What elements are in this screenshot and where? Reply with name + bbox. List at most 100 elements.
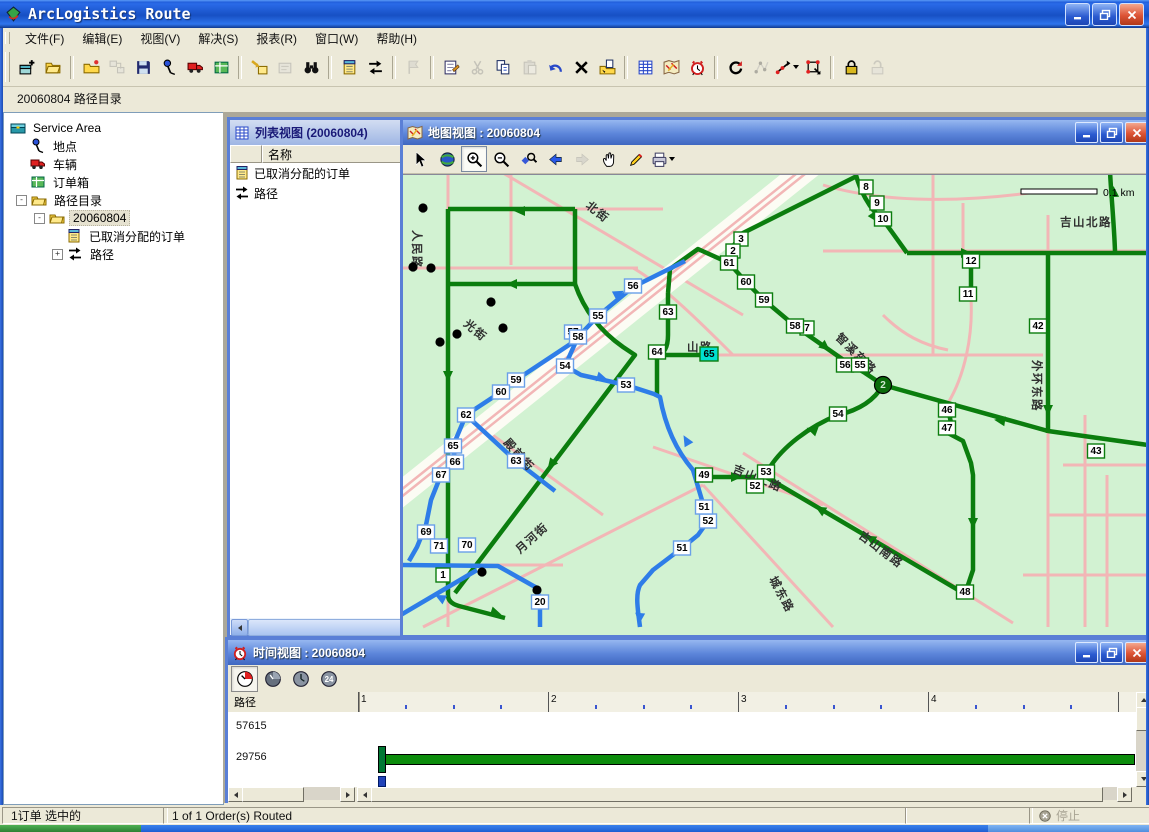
map-stop[interactable]: 51	[674, 541, 691, 555]
map-stop[interactable]: 51	[696, 500, 713, 514]
zoom-out-button[interactable]	[488, 146, 514, 172]
menu-item-4[interactable]: 报表(R)	[247, 28, 306, 49]
map-stop[interactable]: 60	[493, 385, 510, 399]
map-stop[interactable]: 20	[532, 595, 549, 609]
map-stop[interactable]: 64	[649, 345, 666, 359]
zoom-in-button[interactable]	[461, 146, 487, 172]
os-system-tray[interactable]	[988, 825, 1149, 832]
clock-half-button[interactable]	[259, 666, 286, 692]
pointer-button[interactable]	[407, 146, 433, 172]
open-folder-button[interactable]	[40, 54, 66, 80]
map-stop[interactable]: 71	[431, 539, 448, 553]
route-gantt-bar[interactable]	[381, 754, 1135, 765]
route-stops-button[interactable]	[774, 54, 800, 80]
menu-item-5[interactable]: 窗口(W)	[306, 28, 367, 49]
order-box-button[interactable]	[208, 54, 234, 80]
undo-button[interactable]	[542, 54, 568, 80]
clock-plain-button[interactable]	[287, 666, 314, 692]
import-orders-button[interactable]	[246, 54, 272, 80]
clock-quarter-button[interactable]	[231, 666, 258, 692]
time-column-header[interactable]: 路径	[228, 692, 360, 712]
menu-item-3[interactable]: 解决(S)	[189, 28, 247, 49]
map-view-button[interactable]	[658, 54, 684, 80]
tree-item-[interactable]: 订单箱	[4, 173, 223, 191]
tree-item-ServiceArea[interactable]: Service Area	[4, 119, 223, 137]
collapse-icon[interactable]: -	[16, 195, 27, 206]
menu-item-6[interactable]: 帮助(H)	[367, 28, 426, 49]
properties-button[interactable]	[438, 54, 464, 80]
map-stop[interactable]: 10	[875, 212, 892, 226]
new-archive-button[interactable]	[14, 54, 40, 80]
dropdown-caret-icon[interactable]	[793, 65, 799, 69]
map-stop[interactable]: 53	[758, 465, 775, 479]
back-button[interactable]	[542, 146, 568, 172]
scroll-up-button[interactable]	[1136, 692, 1146, 708]
routes-button[interactable]	[362, 54, 388, 80]
map-stop[interactable]: 53	[618, 378, 635, 392]
pan-button[interactable]	[596, 146, 622, 172]
scroll-thumb[interactable]	[371, 787, 1103, 802]
scroll-right-button[interactable]	[1117, 787, 1132, 802]
time-view-maximize-button[interactable]	[1100, 642, 1123, 663]
map-stop[interactable]: 8	[859, 180, 873, 194]
scroll-right-button[interactable]	[340, 787, 355, 802]
current-stop[interactable]: 65	[700, 347, 718, 361]
map-stop[interactable]: 49	[696, 468, 713, 482]
orders-list-button[interactable]	[336, 54, 362, 80]
restore-button[interactable]	[1092, 3, 1117, 26]
map-stop[interactable]: 47	[939, 421, 956, 435]
map-stop[interactable]: 1	[436, 568, 450, 582]
map-stop[interactable]: 43	[1088, 444, 1105, 458]
map-stop[interactable]: 58	[570, 330, 587, 344]
map-canvas[interactable]: 北街人民路光街吉山北路外环东路智溪东路山路殿前街吉山二路吉山南路月河街城东路56…	[403, 174, 1146, 635]
time-label-h-scrollbar[interactable]	[228, 787, 355, 800]
list-column-blank[interactable]	[230, 145, 262, 163]
time-chart-h-scrollbar[interactable]	[357, 787, 1132, 800]
tree-item-[interactable]: -路径目录	[4, 191, 223, 209]
stop-button[interactable]: 停止	[1029, 807, 1149, 824]
collapse-icon[interactable]: -	[34, 213, 45, 224]
map-stop[interactable]: 60	[738, 275, 755, 289]
map-stop[interactable]: 42	[1030, 319, 1047, 333]
os-start-button[interactable]	[0, 825, 141, 832]
map-stop[interactable]: 61	[721, 256, 738, 270]
reassign-stops-button[interactable]	[800, 54, 826, 80]
scroll-thumb[interactable]	[242, 787, 304, 802]
map-stop[interactable]: 65	[445, 439, 462, 453]
time-view-minimize-button[interactable]	[1075, 642, 1098, 663]
map-stop[interactable]: 54	[830, 407, 847, 421]
close-button[interactable]	[1119, 3, 1144, 26]
expand-icon[interactable]: +	[52, 249, 63, 260]
truck-button[interactable]	[182, 54, 208, 80]
clock-24-button[interactable]: 24	[315, 666, 342, 692]
scroll-left-button[interactable]	[357, 787, 372, 802]
zoom-select-button[interactable]	[515, 146, 541, 172]
map-stop[interactable]: 11	[960, 287, 977, 301]
globe-button[interactable]	[434, 146, 460, 172]
tree-item-[interactable]: 已取消分配的订单	[4, 227, 223, 245]
save-button[interactable]	[130, 54, 156, 80]
minimize-button[interactable]	[1065, 3, 1090, 26]
pencil-button[interactable]	[623, 146, 649, 172]
map-stop[interactable]: 54	[557, 359, 574, 373]
paste-into-button[interactable]	[594, 54, 620, 80]
tree-item-[interactable]: 地点	[4, 137, 223, 155]
map-stop[interactable]: 12	[963, 254, 980, 268]
time-view-titlebar[interactable]: 时间视图 : 20060804	[228, 640, 1146, 665]
toolbar-grip[interactable]	[5, 52, 10, 82]
map-view-maximize-button[interactable]	[1100, 122, 1123, 143]
map-stop[interactable]: 46	[939, 403, 956, 417]
map-stop[interactable]: 67	[433, 468, 450, 482]
scroll-left-button[interactable]	[231, 619, 248, 636]
map-stop[interactable]: 69	[418, 525, 435, 539]
map-stop[interactable]: 62	[458, 408, 475, 422]
tree-item-[interactable]: +路径	[4, 245, 223, 263]
map-stop[interactable]: 52	[747, 479, 764, 493]
map-stop[interactable]: 56	[625, 279, 642, 293]
scroll-left-button[interactable]	[228, 787, 243, 802]
map-stop[interactable]: 59	[756, 293, 773, 307]
os-taskbar[interactable]	[0, 825, 1149, 832]
menu-grip[interactable]	[5, 32, 10, 44]
time-v-scrollbar[interactable]	[1136, 692, 1146, 787]
location-pin-button[interactable]	[156, 54, 182, 80]
